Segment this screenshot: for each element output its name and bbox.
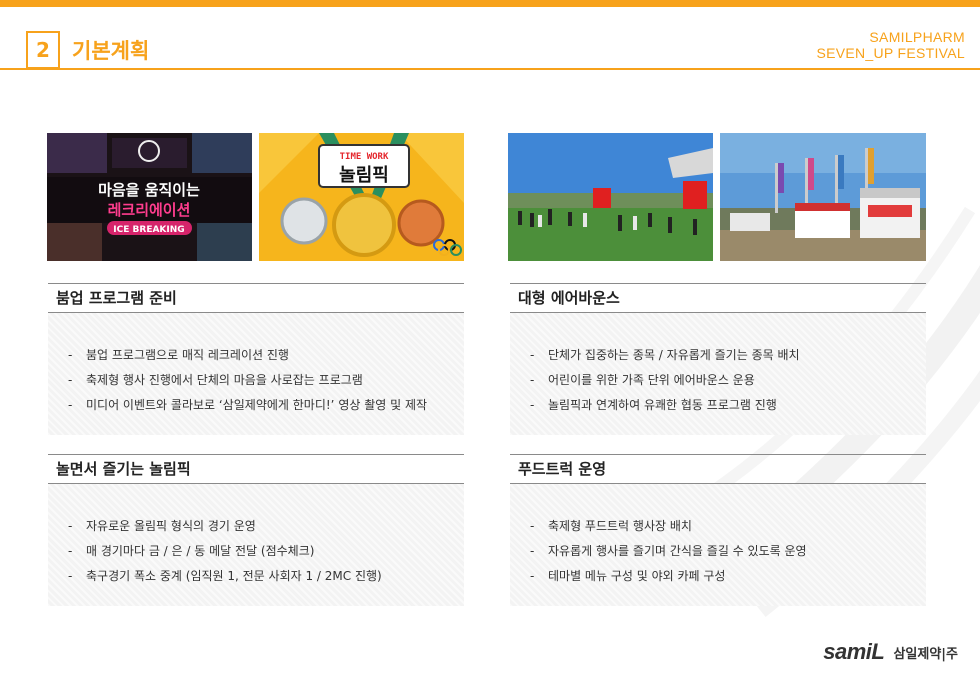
section-body: - 자유로운 올림픽 형식의 경기 운영 -매 경기마다 금 / 은 / 동 메달… [48,484,464,606]
list-item: - 축구경기 폭소 중계 (임직원 1, 전문 사회자 1 / 2MC 진행) [68,569,382,583]
company-logo: samiL 삼일제약|주 [823,639,958,665]
top-accent-bar [0,0,980,7]
section-body: - 축제형 푸드트럭 행사장 배치 - 자유롭게 행사를 즐기며 간식을 즐길 수 … [510,484,926,606]
section-body: - 단체가 집중하는 종목 / 자유롭게 즐기는 종목 배치 - 어린이를 위한 가… [510,313,926,435]
section-number-badge: 2 [26,31,60,69]
section-air-bounce: 대형 에어바운스 - 단체가 집중하는 종목 / 자유롭게 즐기는 종목 배치 -… [510,283,926,435]
list-item: -매 경기마다 금 / 은 / 동 메달 전달 (점수체크) [68,544,315,558]
list-item: - 자유롭게 행사를 즐기며 간식을 즐길 수 있도록 운영 [530,544,807,558]
brand-line-1: SAMILPHARM [869,29,965,45]
list-item: - 단체가 집중하는 종목 / 자유롭게 즐기는 종목 배치 [530,348,800,362]
banner-headline-1: 마음을 움직이는 [98,181,200,199]
banner-headline-2: 레크리에이션 [108,201,191,219]
page-header: 2 기본계획 SAMILPHARM SEVEN_UP FESTIVAL [0,7,980,69]
page-title: 기본계획 [72,39,150,63]
banner-tag: ICE BREAKING [113,225,184,235]
section-food-truck: 푸드트럭 운영 - 축제형 푸드트럭 행사장 배치 - 자유롭게 행사를 즐기며 간… [510,454,926,606]
banner-olympic-title: 놀림픽 [339,165,389,186]
samil-logo-mark: samiL [823,639,885,664]
list-item: - 자유로운 올림픽 형식의 경기 운영 [68,519,256,533]
list-item: - 어린이를 위한 가족 단위 에어바운스 운용 [530,373,755,387]
section-title: 푸드트럭 운영 [510,454,926,484]
section-title: 놀면서 즐기는 놀림픽 [48,454,464,484]
recreation-event-photo: 마음을 움직이는 레크리에이션 ICE BREAKING [47,133,252,261]
list-item: - 붐업 프로그램으로 매직 레크레이션 진행 [68,348,289,362]
brand-line-2: SEVEN_UP FESTIVAL [816,45,965,61]
brand-name: SAMILPHARM SEVEN_UP FESTIVAL [816,29,965,61]
section-title: 붐업 프로그램 준비 [48,283,464,313]
air-bounce-photo [508,133,713,261]
header-divider [0,68,980,70]
section-title: 대형 에어바운스 [510,283,926,313]
section-body: - 붐업 프로그램으로 매직 레크레이션 진행 - 축제형 행사 진행에서 단체의 … [48,313,464,435]
list-item: - 테마별 메뉴 구성 및 야외 카페 구성 [530,569,726,583]
banner-time-work-tag: TIME WORK [340,152,389,162]
olympic-banner-image: TIME WORK 놀림픽 [259,133,464,261]
section-olympic-games: 놀면서 즐기는 놀림픽 - 자유로운 올림픽 형식의 경기 운영 -매 경기마다 … [48,454,464,606]
list-item: - 놀림픽과 연계하여 유쾌한 협동 프로그램 진행 [530,398,777,412]
list-item: - 축제형 행사 진행에서 단체의 마음을 사로잡는 프로그램 [68,373,363,387]
list-item: - 축제형 푸드트럭 행사장 배치 [530,519,692,533]
section-boomup-program: 붐업 프로그램 준비 - 붐업 프로그램으로 매직 레크레이션 진행 - 축제형 행… [48,283,464,435]
company-name-korean: 삼일제약|주 [893,646,958,662]
list-item: - 미디어 이벤트와 콜라보로 ‘삼일제약에게 한마디!’ 영상 촬영 및 제작 [68,398,428,412]
food-truck-photo [720,133,926,261]
